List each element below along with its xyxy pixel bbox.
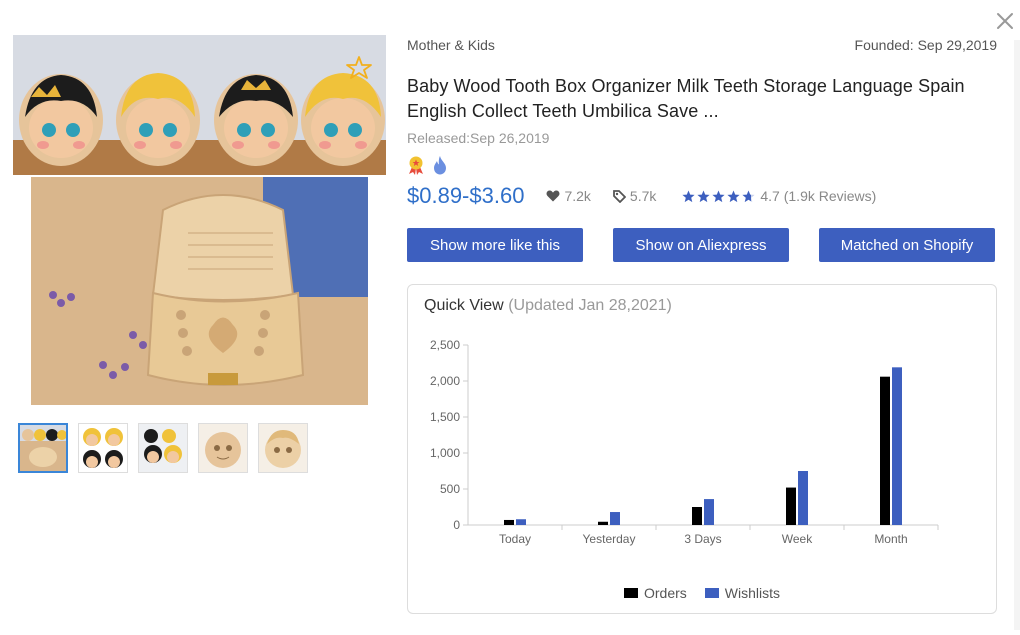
matched-on-shopify-button[interactable]: Matched on Shopify <box>819 228 995 262</box>
scrollbar-track[interactable] <box>1014 40 1020 630</box>
y-tick-label: 0 <box>453 518 460 532</box>
product-info: Mother & Kids Founded: Sep 29,2019 Baby … <box>407 30 997 262</box>
thumbnail-2[interactable] <box>78 423 128 473</box>
orders-bar <box>598 521 608 525</box>
thumbnail-4[interactable] <box>198 423 248 473</box>
wishlists-bar <box>610 512 620 525</box>
orders-wishlists-chart: 0 500 1,000 1,500 2,000 2,500 Today Yesterday 3 … <box>430 338 939 546</box>
likes-stat: 7.2k <box>546 188 591 204</box>
x-tick-label: Week <box>782 532 813 546</box>
star-icon <box>742 190 755 202</box>
tags-count: 5.7k <box>629 188 657 204</box>
legend-orders-label: Orders <box>643 585 687 601</box>
founded-date: Founded: Sep 29,2019 <box>854 37 997 53</box>
thumbnail-strip <box>18 423 308 473</box>
product-title[interactable]: Baby Wood Tooth Box Organizer Milk Teeth… <box>407 74 997 124</box>
y-tick-label: 2,500 <box>430 338 460 352</box>
quick-view-updated: (Updated Jan 28,2021) <box>508 297 672 314</box>
orders-bar <box>504 519 514 525</box>
rating-text: 4.7 (1.9k Reviews) <box>760 188 877 204</box>
heart-icon <box>546 190 560 202</box>
legend-wishlists[interactable]: Wishlists <box>704 585 781 601</box>
main-product-image <box>13 35 386 405</box>
y-tick-label: 1,000 <box>430 446 460 460</box>
star-icon <box>727 190 740 202</box>
star-icon <box>682 190 695 202</box>
award-ribbon-icon <box>409 156 423 175</box>
thumbnail-3[interactable] <box>138 423 188 473</box>
price-range: $0.89-$3.60 <box>407 183 525 208</box>
wishlists-bar <box>798 471 808 525</box>
flame-icon <box>434 156 446 175</box>
wishlists-bar <box>704 499 714 525</box>
star-icon <box>712 190 725 202</box>
y-tick-label: 2,000 <box>430 374 460 388</box>
tags-stat: 5.7k <box>613 188 656 204</box>
x-tick-label: Month <box>874 532 907 546</box>
orders-bar <box>692 507 702 525</box>
tag-icon <box>613 189 626 203</box>
wishlists-bar <box>892 367 902 525</box>
x-tick-label: Today <box>499 532 531 546</box>
x-tick-label: 3 Days <box>684 532 721 546</box>
rating: 4.7 (1.9k Reviews) <box>682 188 876 204</box>
thumbnail-1[interactable] <box>18 423 68 473</box>
released-date: Released:Sep 26,2019 <box>407 130 550 146</box>
quick-view-label: Quick View <box>424 297 504 314</box>
orders-bar <box>786 487 796 525</box>
quick-view-card: Quick View (Updated Jan 28,2021) 0 500 1,0… <box>407 284 997 614</box>
show-more-like-this-button[interactable]: Show more like this <box>407 228 583 262</box>
close-icon[interactable] <box>994 10 1016 32</box>
meta-row: Mother & Kids Founded: Sep 29,2019 <box>407 30 997 60</box>
x-tick-label: Yesterday <box>583 532 636 546</box>
action-buttons: Show more like this Show on Aliexpress M… <box>407 228 997 262</box>
price-row: $0.89-$3.60 7.2k 5.7k 4.7 (1.9k Reviews) <box>407 181 997 211</box>
legend-wishlists-label: Wishlists <box>724 585 781 601</box>
badge-row <box>407 154 997 176</box>
legend-orders[interactable]: Orders <box>623 585 687 601</box>
likes-count: 7.2k <box>564 188 591 204</box>
y-tick-label: 500 <box>440 482 460 496</box>
legend-orders-swatch <box>623 588 638 598</box>
y-tick-label: 1,500 <box>430 410 460 424</box>
product-photo <box>13 35 386 405</box>
category-label[interactable]: Mother & Kids <box>407 30 495 60</box>
show-on-aliexpress-button[interactable]: Show on Aliexpress <box>613 228 789 262</box>
thumbnail-5[interactable] <box>258 423 308 473</box>
orders-bar <box>880 376 890 525</box>
star-icon <box>697 190 710 202</box>
legend-wishlists-swatch <box>704 588 719 598</box>
rating-stars <box>682 190 755 203</box>
chart-legend: Orders Wishlists <box>408 585 996 601</box>
quick-view-title: Quick View (Updated Jan 28,2021) <box>424 297 672 315</box>
wishlists-bar <box>516 519 526 525</box>
